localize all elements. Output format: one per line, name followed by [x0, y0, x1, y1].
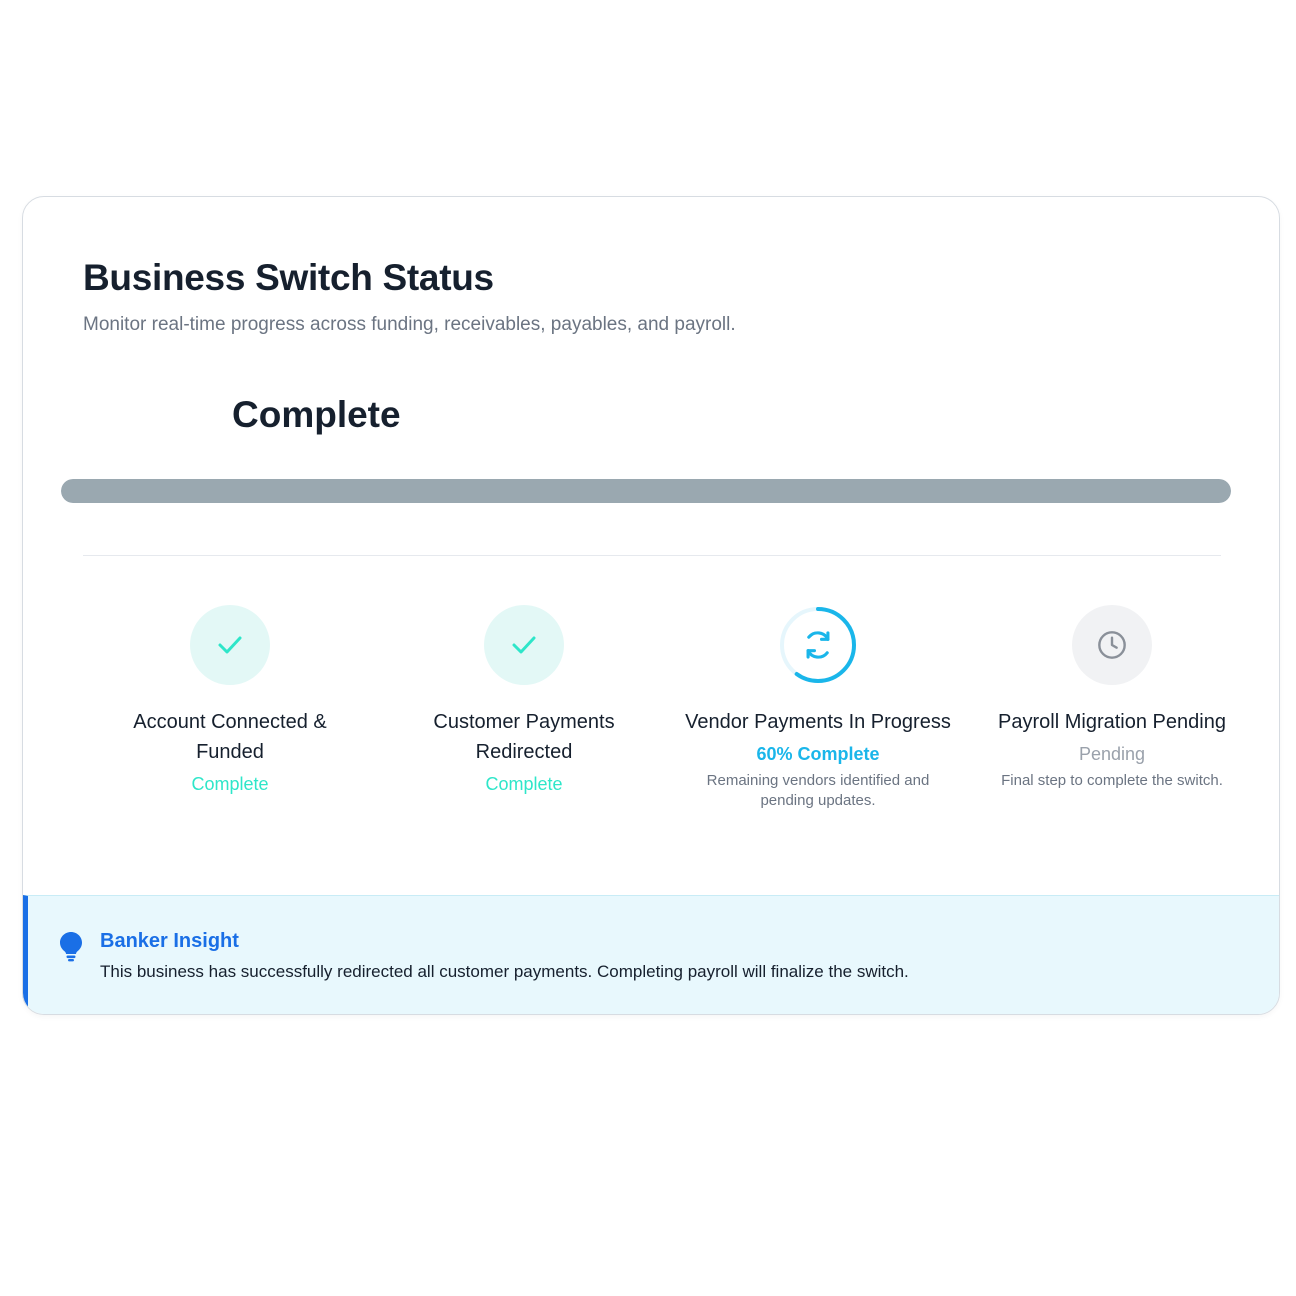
overall-progress-bar	[61, 479, 1231, 503]
switch-status-card: Business Switch Status Monitor real-time…	[22, 196, 1280, 1015]
lightbulb-icon	[58, 930, 84, 962]
divider	[83, 555, 1221, 556]
refresh-icon	[778, 605, 858, 685]
insight-title: Banker Insight	[100, 930, 239, 952]
step-customer-payments: Customer Payments Redirected Complete	[377, 605, 671, 795]
step-title: Payroll Migration Pending	[998, 711, 1226, 733]
step-title: Vendor Payments In Progress	[685, 711, 951, 733]
step-status: Complete	[485, 774, 563, 794]
overall-status-label: Complete	[232, 394, 401, 435]
step-title: Customer Payments Redirected	[433, 711, 615, 763]
clock-icon	[1072, 605, 1152, 685]
step-vendor-payments: Vendor Payments In Progress 60% Complete…	[671, 605, 965, 811]
step-note: Remaining vendors identified and pending…	[706, 772, 930, 809]
banker-insight-panel: Banker Insight This business has success…	[23, 895, 1279, 1014]
page-title: Business Switch Status	[83, 257, 494, 298]
step-status: 60% Complete	[756, 744, 880, 764]
overall-progress-fill	[61, 479, 1231, 503]
check-icon	[484, 605, 564, 685]
step-title: Account Connected & Funded	[133, 711, 327, 763]
step-note: Final step to complete the switch.	[1001, 772, 1223, 789]
steps-list: Account Connected & Funded Complete Cust…	[83, 605, 1259, 845]
step-status: Pending	[1078, 744, 1146, 764]
step-payroll-migration: Payroll Migration Pending Pending Final …	[965, 605, 1259, 791]
page-subtitle: Monitor real-time progress across fundin…	[83, 314, 736, 335]
step-account-connected: Account Connected & Funded Complete	[83, 605, 377, 795]
insight-text: This business has successfully redirecte…	[100, 962, 909, 981]
step-status: Complete	[191, 774, 269, 794]
check-icon	[190, 605, 270, 685]
